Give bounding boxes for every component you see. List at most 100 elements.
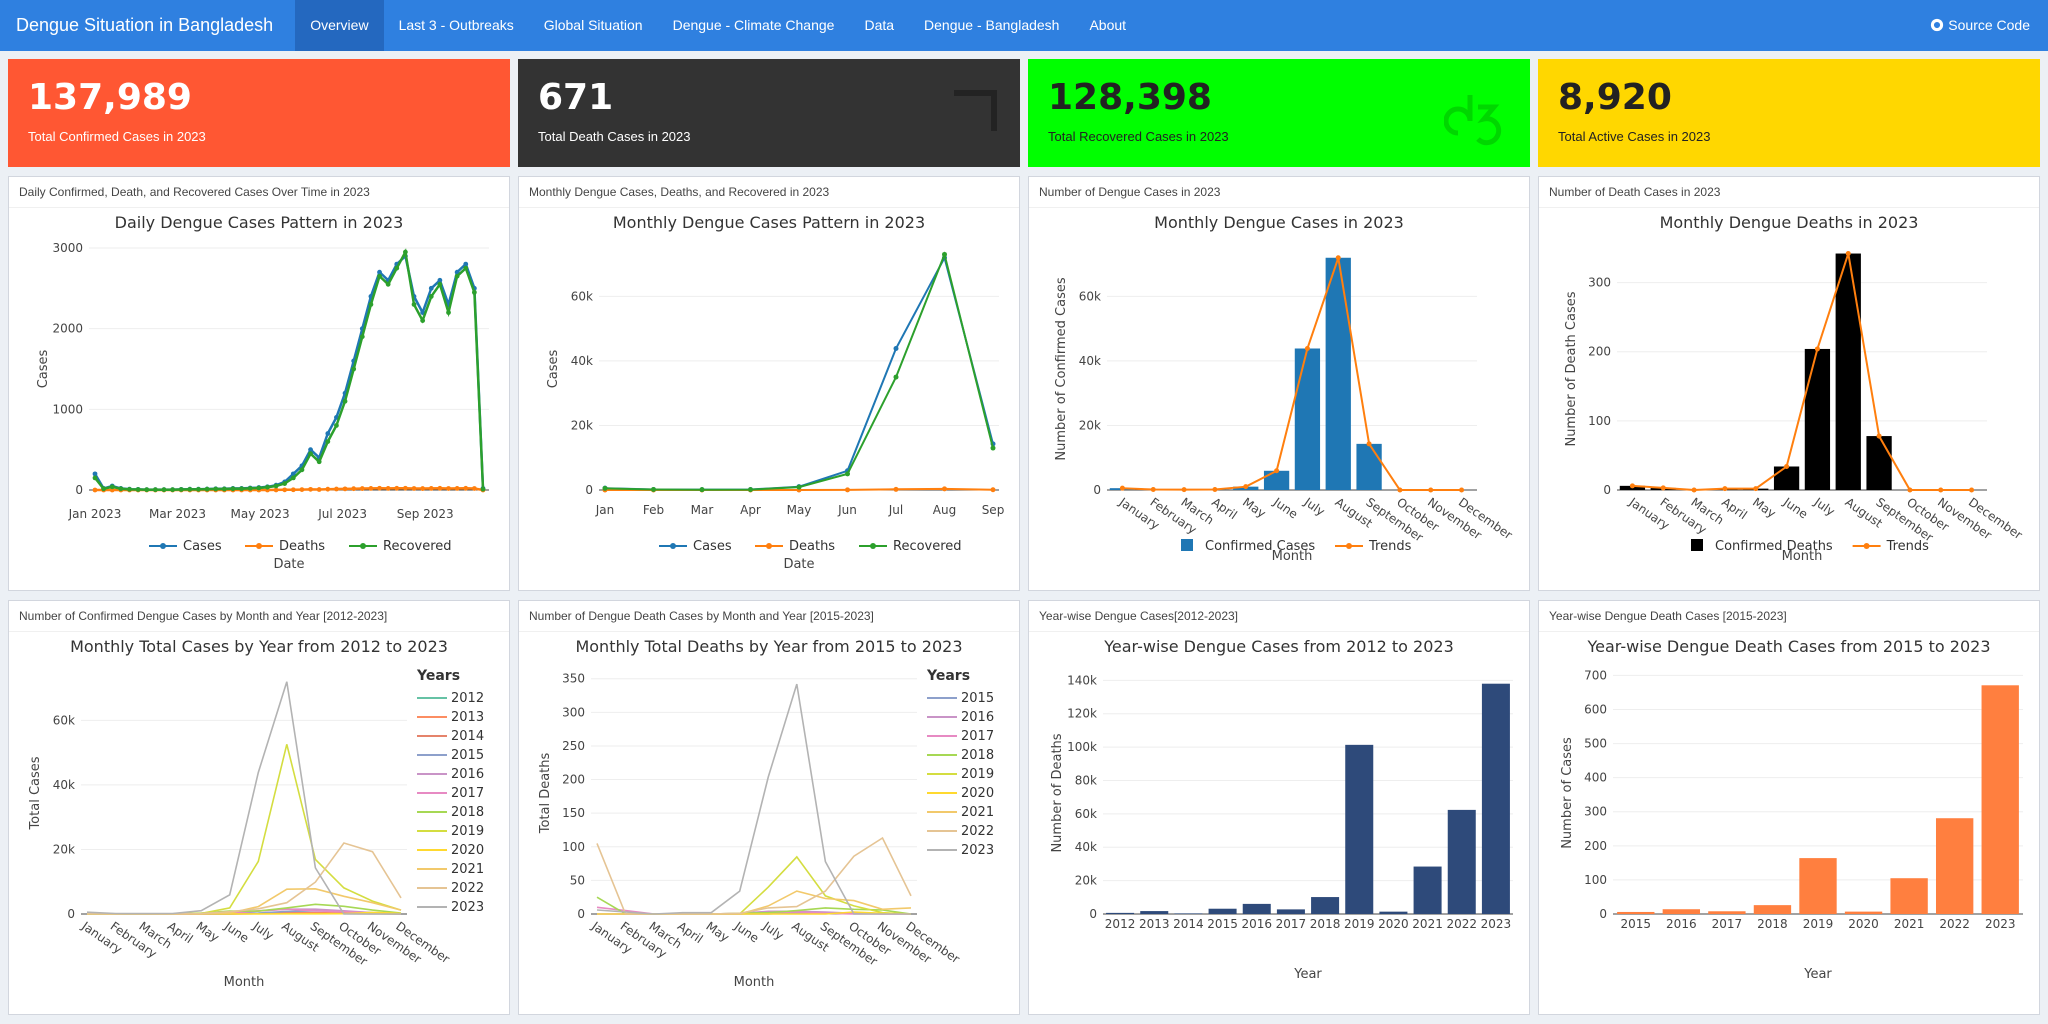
tab-last-3-outbreaks[interactable]: Last 3 - Outbreaks	[384, 0, 529, 51]
legend-label: Confirmed Deaths	[1715, 539, 1833, 554]
data-point	[144, 487, 150, 493]
bar	[1481, 683, 1510, 914]
data-point	[602, 485, 608, 491]
x-axis-label: Month	[734, 975, 775, 990]
y-tick-label: 0	[585, 483, 593, 497]
legend-label: Deaths	[789, 539, 835, 554]
y-tick-label: 200	[562, 773, 585, 787]
data-point	[411, 302, 417, 307]
data-point	[446, 310, 451, 315]
y-tick-label: 400	[1584, 771, 1607, 785]
data-point	[428, 285, 434, 291]
legend-label: 2019	[451, 824, 484, 839]
bar	[1311, 897, 1340, 914]
data-point	[299, 467, 305, 473]
data-point	[92, 487, 98, 493]
tab-data[interactable]: Data	[849, 0, 909, 51]
legend-marker	[670, 543, 676, 549]
bar	[1174, 913, 1203, 914]
recovered-value: 128,398	[1048, 77, 1212, 118]
chart-title: Daily Dengue Cases Pattern in 2023	[115, 213, 404, 232]
monthly-deaths-bar-chart[interactable]: Monthly Dengue Deaths in 2023 0 100 200 300 N…	[1539, 208, 2039, 590]
trend-point	[1119, 485, 1125, 491]
tab-climate-change[interactable]: Dengue - Climate Change	[658, 0, 850, 51]
legend-title: Years	[926, 668, 970, 684]
data-point	[290, 487, 296, 493]
bar	[1325, 257, 1351, 490]
x-tick-label: 2014	[1173, 917, 1204, 931]
data-point	[178, 487, 184, 492]
bar	[1106, 912, 1135, 914]
trend-point	[1274, 468, 1280, 474]
bar	[1294, 348, 1321, 490]
panel-title: Number of Dengue Death Cases by Month an…	[519, 601, 1019, 632]
data-point	[942, 486, 947, 492]
yearwise-cases-bar-chart[interactable]: Year-wise Dengue Cases from 2012 to 2023…	[1029, 632, 1529, 1014]
x-tick-label: Jan 2023	[68, 507, 122, 521]
data-point	[247, 485, 253, 491]
trend-point	[1753, 486, 1759, 492]
bar	[1140, 911, 1169, 914]
source-code-label: Source Code	[1948, 17, 2030, 33]
y-tick-label: 0	[75, 483, 83, 497]
data-point	[187, 486, 193, 492]
brand-title[interactable]: Dengue Situation in Bangladesh	[0, 0, 295, 51]
trend-point	[1938, 487, 1944, 493]
daily-line-chart[interactable]: Daily Dengue Cases Pattern in 2023 0 1000 2…	[9, 208, 509, 590]
data-point	[437, 281, 443, 287]
data-point	[893, 345, 899, 351]
series-line-2019	[87, 744, 402, 915]
x-axis-label: Month	[224, 975, 265, 990]
tab-about[interactable]: About	[1074, 0, 1141, 51]
death-cases-box: 671 Total Death Cases in 2023	[518, 59, 1020, 167]
chart-title: Year-wise Dengue Death Cases from 2015 t…	[1587, 637, 1991, 656]
bar	[1242, 903, 1271, 914]
y-tick-label: 40k	[1079, 354, 1101, 368]
data-point	[428, 485, 434, 491]
monthly-line-chart[interactable]: Monthly Dengue Cases Pattern in 2023 0 20k…	[519, 208, 1019, 590]
death-label: Total Death Cases in 2023	[538, 129, 691, 144]
trend-point	[1397, 487, 1403, 493]
trend-point	[1784, 463, 1790, 469]
y-tick-label: 60k	[571, 289, 593, 303]
data-point	[394, 485, 400, 491]
legend-label: 2017	[451, 786, 484, 801]
panel-title: Daily Confirmed, Death, and Recovered Ca…	[9, 177, 509, 208]
bar	[1981, 685, 2019, 914]
x-axis-label: Year	[1803, 967, 1832, 982]
data-point	[196, 486, 201, 492]
x-tick-label: July	[760, 918, 787, 942]
chart-title: Monthly Total Deaths by Year from 2015 t…	[575, 637, 962, 656]
data-point	[92, 475, 98, 481]
data-point	[990, 487, 996, 493]
panel-deaths-2023: Number of Death Cases in 2023 Monthly De…	[1538, 176, 2040, 591]
bar	[1662, 909, 1701, 914]
x-tick-label: June	[1270, 494, 1300, 521]
tab-dengue-bangladesh[interactable]: Dengue - Bangladesh	[909, 0, 1074, 51]
trend-line	[1122, 257, 1462, 491]
source-code-link[interactable]: Source Code	[1930, 0, 2030, 51]
legend-label: 2016	[451, 767, 484, 782]
monthly-cases-bar-chart[interactable]: Monthly Dengue Cases in 2023 0 20k 40k 60k Nu…	[1029, 208, 1529, 590]
tab-overview[interactable]: Overview	[295, 0, 384, 51]
tab-global-situation[interactable]: Global Situation	[529, 0, 658, 51]
data-point	[480, 486, 486, 492]
data-point	[420, 318, 426, 323]
x-tick-label: May	[1240, 495, 1268, 521]
yearwise-deaths-bar-chart[interactable]: Year-wise Dengue Death Cases from 2015 t…	[1539, 632, 2039, 1014]
data-point	[265, 484, 270, 490]
x-tick-label: 2016	[1241, 917, 1272, 931]
cases-by-year-line-chart[interactable]: Monthly Total Cases by Year from 2012 to…	[9, 632, 509, 1014]
death-value: 671	[538, 77, 614, 118]
deaths-by-year-line-chart[interactable]: Monthly Total Deaths by Year from 2015 t…	[519, 632, 1019, 1014]
x-tick-label: Jul	[888, 503, 903, 517]
legend-swatch	[1181, 539, 1193, 551]
series-line-2019	[597, 855, 912, 915]
series-line-2022	[86, 842, 402, 915]
panel-monthly: Monthly Dengue Cases, Deaths, and Recove…	[518, 176, 1020, 591]
trend-point	[1691, 487, 1697, 493]
y-tick-label: 40k	[53, 778, 75, 792]
y-tick-label: 0	[67, 907, 75, 921]
y-tick-label: 40k	[1075, 840, 1097, 854]
data-point	[282, 487, 288, 493]
